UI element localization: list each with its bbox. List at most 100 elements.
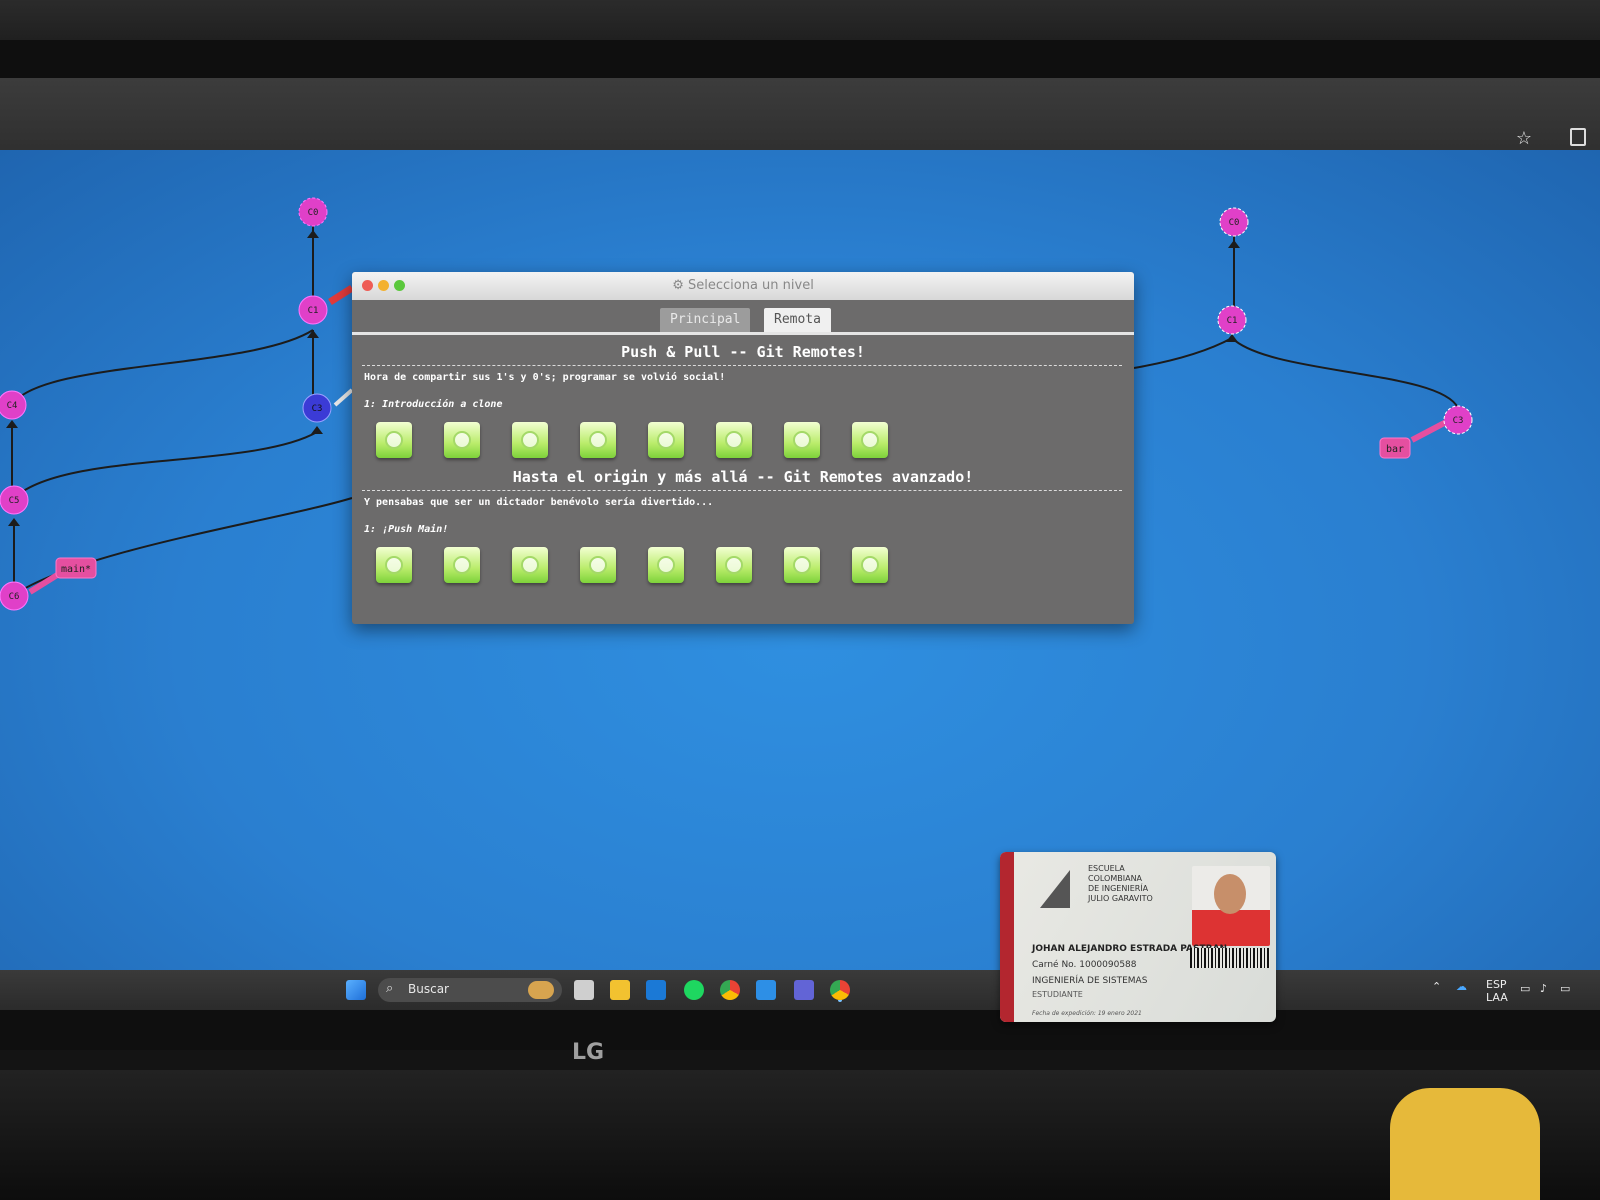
section-title: Push & Pull -- Git Remotes! [621, 343, 865, 361]
learn-git-branching-canvas: C0 C1 C3 C4 C5 C6 main* C0 C1 C3 bar ⚙ S… [0, 150, 1600, 970]
svg-text:bar: bar [1386, 444, 1404, 455]
dialog-title: ⚙ Selecciona un nivel [352, 278, 1134, 293]
completed-check-icon [521, 556, 539, 574]
completed-check-icon [385, 431, 403, 449]
svg-text:C3: C3 [1453, 416, 1464, 426]
student-number: Carné No. 1000090588 [1032, 960, 1137, 970]
level-button[interactable] [648, 547, 684, 583]
commit-c4-local[interactable]: C4 [0, 390, 27, 420]
level-button[interactable] [580, 547, 616, 583]
taskbar-search[interactable]: ⌕ Buscar [378, 978, 562, 1002]
chrome-active-icon[interactable] [830, 980, 850, 1000]
svg-text:C4: C4 [7, 401, 18, 411]
section-title: Hasta el origin y más allá -- Git Remote… [512, 468, 974, 486]
branch-tag-bar[interactable]: bar [1379, 437, 1411, 459]
completed-check-icon [453, 431, 471, 449]
level-button[interactable] [444, 547, 480, 583]
level-button[interactable] [512, 547, 548, 583]
level-button[interactable] [784, 422, 820, 458]
language-indicator[interactable]: ESP LAA [1486, 978, 1508, 1004]
completed-check-icon [657, 556, 675, 574]
level-grid [352, 547, 1134, 593]
file-explorer-icon[interactable] [610, 980, 630, 1000]
level-button[interactable] [648, 422, 684, 458]
search-highlight-icon [528, 981, 554, 999]
level-select-dialog: ⚙ Selecciona un nivel Principal Remota P… [352, 272, 1134, 624]
level-button[interactable] [852, 422, 888, 458]
onedrive-icon[interactable]: ☁ [1456, 980, 1467, 993]
completed-check-icon [725, 431, 743, 449]
level-button[interactable] [716, 547, 752, 583]
monitor-brand-logo: LG [572, 1040, 604, 1065]
completed-check-icon [589, 556, 607, 574]
chevron-up-icon[interactable]: ⌃ [1432, 980, 1441, 993]
vscode-icon[interactable] [756, 980, 776, 1000]
level-button[interactable] [784, 547, 820, 583]
level-button[interactable] [852, 547, 888, 583]
battery-icon[interactable]: ▭ [1560, 982, 1570, 995]
completed-check-icon [657, 431, 675, 449]
spotify-icon[interactable] [684, 980, 704, 1000]
school-logo-icon [1040, 870, 1070, 908]
program-name: INGENIERÍA DE SISTEMAS [1032, 976, 1148, 986]
brand-text: LG [572, 1040, 605, 1065]
completed-check-icon [521, 431, 539, 449]
network-icon[interactable]: ▭ [1520, 982, 1530, 995]
divider [362, 490, 1122, 491]
task-view-icon[interactable] [574, 980, 594, 1000]
tab-remota[interactable]: Remota [764, 308, 831, 332]
sequence-section-2: Hasta el origin y más allá -- Git Remote… [352, 468, 1134, 593]
commit-c1-local[interactable]: C1 [298, 295, 328, 325]
completed-check-icon [793, 431, 811, 449]
level-button[interactable] [444, 422, 480, 458]
desk-area [0, 1070, 1600, 1200]
completed-check-icon [385, 556, 403, 574]
sequence-name: 1: ¡Push Main! [364, 524, 449, 535]
commit-c3-local[interactable]: C3 [302, 393, 332, 423]
outlook-icon[interactable] [646, 980, 666, 1000]
commit-c1-remote[interactable]: C1 [1217, 305, 1247, 335]
level-button[interactable] [376, 422, 412, 458]
tab-principal[interactable]: Principal [660, 308, 751, 332]
dialog-titlebar: ⚙ Selecciona un nivel [352, 272, 1134, 300]
bookmark-star-icon[interactable]: ☆ [1516, 128, 1532, 149]
commit-c5-local[interactable]: C5 [0, 485, 29, 515]
commit-c3-remote[interactable]: C3 [1443, 405, 1473, 435]
level-button[interactable] [580, 422, 616, 458]
chrome-icon[interactable] [720, 980, 740, 1000]
level-button[interactable] [716, 422, 752, 458]
commit-c6-local[interactable]: C6 [0, 581, 29, 611]
windows-start-icon[interactable] [346, 980, 366, 1000]
completed-check-icon [589, 431, 607, 449]
svg-text:C1: C1 [308, 306, 319, 316]
svg-text:main*: main* [61, 564, 91, 575]
search-label: Buscar [408, 982, 449, 996]
student-role: ESTUDIANTE [1032, 990, 1083, 999]
svg-text:C0: C0 [1229, 218, 1240, 228]
svg-text:C3: C3 [312, 404, 323, 414]
divider [362, 365, 1122, 366]
svg-text:C6: C6 [9, 592, 20, 602]
volume-icon[interactable]: ♪ [1540, 982, 1547, 995]
level-tabs: Principal Remota [352, 300, 1134, 335]
sequence-section-1: Push & Pull -- Git Remotes! Hora de comp… [352, 343, 1134, 468]
teams-icon[interactable] [794, 980, 814, 1000]
level-button[interactable] [512, 422, 548, 458]
branch-tag-main[interactable]: main* [55, 557, 97, 579]
completed-check-icon [453, 556, 471, 574]
section-description: Y pensabas que ser un dictador benévolo … [364, 497, 714, 508]
section-description: Hora de compartir sus 1's y 0's; program… [364, 372, 726, 383]
desk-ornament [1390, 1088, 1540, 1200]
card-stripe [1000, 852, 1014, 1022]
svg-text:C1: C1 [1227, 316, 1238, 326]
level-button[interactable] [376, 547, 412, 583]
completed-check-icon [861, 431, 879, 449]
search-icon: ⌕ [386, 981, 394, 996]
commit-c0-remote[interactable]: C0 [1219, 207, 1249, 237]
completed-check-icon [793, 556, 811, 574]
extensions-icon[interactable] [1570, 128, 1586, 146]
commit-c0-local[interactable]: C0 [298, 197, 328, 227]
sequence-name: 1: Introducción a clone [364, 399, 503, 410]
face-icon [1214, 874, 1246, 914]
keyboard-layout: LAA [1486, 991, 1508, 1004]
